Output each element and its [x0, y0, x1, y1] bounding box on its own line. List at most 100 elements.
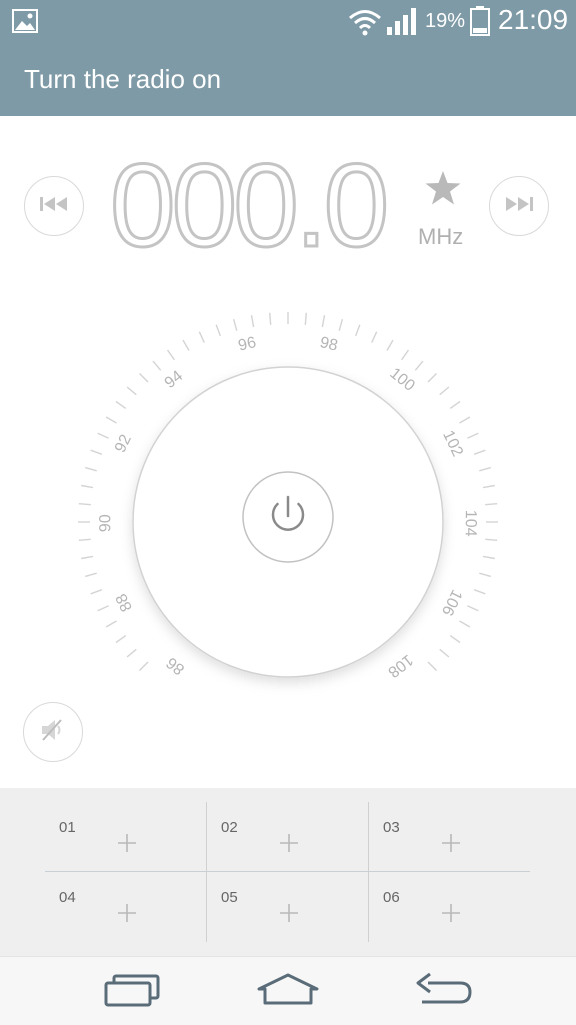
dial-tick: [182, 339, 190, 351]
back-icon[interactable]: [414, 971, 474, 1012]
add-icon: [441, 833, 461, 858]
dial-tick: [139, 661, 149, 671]
dial-tick: [439, 648, 450, 658]
dial-tick: [427, 661, 437, 671]
preset-slot-02[interactable]: 02: [207, 797, 369, 867]
dial-tick: [115, 635, 127, 644]
dial-tick: [105, 416, 117, 424]
dial-tick: [166, 349, 175, 361]
navigation-bar: [0, 956, 576, 1025]
wifi-icon: [348, 8, 382, 41]
dial-tick: [449, 635, 461, 644]
dial-tick: [485, 503, 498, 506]
preset-slot-03[interactable]: 03: [369, 797, 531, 867]
dial-tick: [371, 331, 378, 343]
dial-tick: [479, 572, 491, 578]
skip-next-icon: [504, 196, 534, 217]
dial-tick: [78, 538, 91, 541]
page-title: Turn the radio on: [24, 64, 222, 94]
dial-tick: [459, 620, 471, 628]
star-icon[interactable]: [424, 170, 462, 211]
dial-tick: [90, 589, 103, 595]
dial-label: 104: [462, 510, 479, 537]
preset-number: 02: [221, 819, 238, 836]
dial-tick: [90, 449, 103, 455]
dial-tick: [439, 386, 450, 396]
dial-tick: [85, 466, 97, 472]
dial-tick: [467, 432, 479, 439]
preset-number: 05: [221, 889, 238, 906]
skip-previous-icon: [39, 196, 69, 217]
dial-tick: [85, 572, 97, 578]
dial-tick: [269, 312, 272, 325]
tuning-dial[interactable]: 86 88 90 92 94 96 98 100 102 104 106 108: [0, 290, 576, 750]
add-icon: [279, 903, 299, 928]
previous-station-button[interactable]: [24, 176, 84, 236]
dial-label: 106: [438, 587, 465, 619]
dial-tick: [355, 324, 361, 337]
dial-tick: [139, 373, 149, 383]
status-bar: 19% 21:09: [0, 0, 576, 44]
dial-tick: [105, 620, 117, 628]
dial-tick: [459, 416, 471, 424]
dial-tick: [401, 349, 410, 361]
dial-tick: [115, 400, 127, 409]
dial-tick: [482, 555, 495, 560]
dial-label: 102: [439, 428, 466, 460]
dial-tick: [479, 466, 491, 472]
add-icon: [441, 903, 461, 928]
title-bar: Turn the radio on: [0, 44, 576, 116]
gallery-icon: [12, 9, 38, 38]
dial-tick: [482, 484, 495, 489]
dial-tick: [81, 555, 94, 560]
add-icon: [117, 833, 137, 858]
dial-tick: [232, 319, 238, 331]
dial-tick: [485, 538, 498, 541]
dial-tick: [97, 605, 109, 612]
add-icon: [117, 903, 137, 928]
preset-number: 01: [59, 819, 76, 836]
dial-tick: [449, 400, 461, 409]
dial-label: 94: [162, 368, 187, 392]
recent-apps-icon[interactable]: [104, 971, 160, 1012]
preset-grid: 01 02 03 04 05 06: [0, 788, 576, 956]
frequency-value: 000.0: [110, 154, 386, 254]
dial-tick: [427, 373, 437, 383]
dial-tick: [386, 339, 394, 351]
dial-tick: [321, 315, 326, 328]
dial-label: 92: [112, 432, 135, 455]
signal-icon: [386, 6, 420, 41]
dial-tick: [78, 503, 91, 506]
add-icon: [279, 833, 299, 858]
dial-tick: [126, 386, 137, 396]
dial-tick: [215, 324, 221, 337]
preset-number: 06: [383, 889, 400, 906]
dial-tick: [152, 360, 162, 371]
preset-number: 04: [59, 889, 76, 906]
mute-button[interactable]: [23, 702, 83, 762]
preset-number: 03: [383, 819, 400, 836]
dial-tick: [338, 319, 344, 331]
power-button[interactable]: [242, 471, 334, 563]
speaker-muted-icon: [39, 718, 67, 747]
dial-tick: [250, 315, 255, 328]
dial-label: 90: [97, 514, 114, 532]
dial-label: 96: [237, 334, 258, 355]
preset-slot-04[interactable]: 04: [45, 867, 207, 937]
preset-slot-01[interactable]: 01: [45, 797, 207, 867]
battery-icon: [470, 6, 490, 41]
frequency-display: 000.0: [109, 139, 400, 274]
preset-slot-05[interactable]: 05: [207, 867, 369, 937]
dial-label: 108: [384, 651, 416, 681]
battery-percent: 19%: [425, 10, 466, 32]
dial-tick: [97, 432, 109, 439]
dial-tick: [414, 360, 424, 371]
next-station-button[interactable]: [489, 176, 549, 236]
dial-tick: [467, 605, 479, 612]
dial-label: 88: [113, 591, 136, 615]
frequency-unit: MHz: [418, 224, 464, 249]
preset-slot-06[interactable]: 06: [369, 867, 531, 937]
dial-tick: [126, 648, 137, 658]
dial-tick: [473, 449, 486, 455]
home-icon[interactable]: [256, 971, 320, 1012]
